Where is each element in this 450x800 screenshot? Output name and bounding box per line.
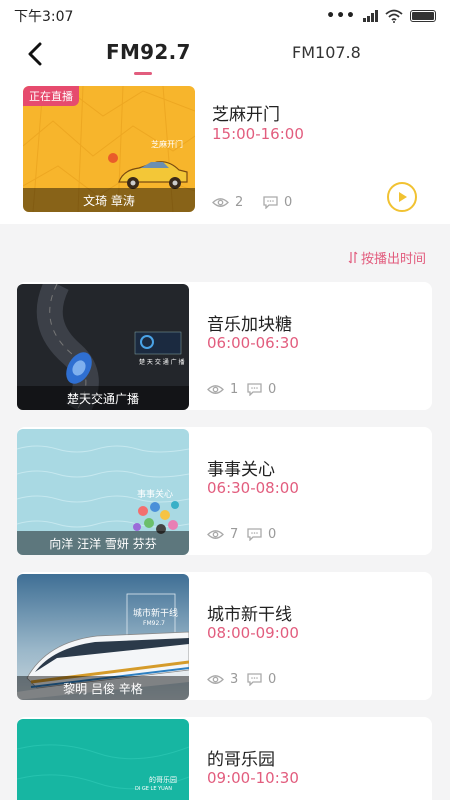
program-title: 的哥乐园 (207, 750, 275, 770)
program-thumbnail: 的哥乐园 DI GE LE YUAN (17, 719, 189, 800)
live-comments-count: 0 (284, 195, 293, 210)
eye-icon (207, 530, 224, 539)
program-time: 08:00-09:00 (207, 624, 299, 642)
eye-icon (207, 675, 224, 684)
program-title: 城市新干线 (207, 605, 292, 625)
program-thumb-label: 事事关心 (137, 490, 174, 500)
views-count: 1 (230, 382, 239, 397)
tab-indicator (134, 72, 152, 75)
program-time: 09:00-10:30 (207, 769, 299, 787)
battery-icon (410, 10, 436, 22)
program-comments: 0 (247, 672, 276, 687)
program-thumbnail: 楚 天 交 通 广 播 楚天交通广播 (17, 284, 189, 410)
signal-icon (363, 10, 378, 22)
program-card[interactable]: 楚 天 交 通 广 播 楚天交通广播 音乐加块糖 06:00-06:30 1 0 (17, 282, 432, 410)
sort-label: 按播出时间 (360, 252, 426, 267)
back-button[interactable] (20, 38, 50, 70)
live-time: 15:00-16:00 (212, 125, 304, 143)
comment-icon (247, 383, 262, 396)
live-badge: 正在直播 (23, 86, 79, 106)
program-thumb-label: 楚 天 交 通 广 播 (139, 359, 185, 366)
live-title: 芝麻开门 (212, 105, 280, 125)
program-views: 3 (207, 672, 238, 687)
program-views: 1 (207, 382, 238, 397)
comment-icon (263, 196, 278, 209)
status-time: 下午3:07 (14, 9, 74, 25)
program-title: 音乐加块糖 (207, 315, 292, 335)
program-caption: 楚天交通广播 (17, 386, 189, 410)
program-thumb-label: 城市新干线 (133, 609, 179, 619)
comments-count: 0 (268, 382, 277, 397)
program-caption: 向洋 汪洋 雪妍 芬芬 (17, 531, 189, 555)
tab-fm927[interactable]: FM92.7 (106, 40, 191, 64)
program-time: 06:00-06:30 (207, 334, 299, 352)
comment-icon (247, 528, 262, 541)
program-card[interactable]: 事事关心 向洋 汪洋 雪妍 芬芬 事事关心 06:30-08:00 7 0 (17, 427, 432, 555)
play-button[interactable] (387, 182, 417, 212)
comments-count: 0 (268, 527, 277, 542)
views-count: 3 (230, 672, 239, 687)
back-arrow-icon (28, 42, 42, 66)
status-icons: ••• (326, 8, 436, 24)
program-title: 事事关心 (207, 460, 275, 480)
comments-count: 0 (268, 672, 277, 687)
program-card[interactable]: 城市新干线 FM92.7 黎明 吕俊 辛格 城市新干线 08:00-09:00 … (17, 572, 432, 700)
live-views: 2 (212, 195, 243, 210)
play-icon (399, 192, 407, 202)
eye-icon (212, 198, 229, 207)
live-caption: 文琦 章涛 (23, 188, 195, 212)
live-comments: 0 (263, 195, 292, 210)
program-thumb-sub: DI GE LE YUAN (135, 786, 172, 792)
tab-fm1078[interactable]: FM107.8 (292, 43, 361, 62)
program-thumbnail: 事事关心 向洋 汪洋 雪妍 芬芬 (17, 429, 189, 555)
sort-icon (348, 251, 358, 264)
status-bar: 下午3:07 ••• (0, 0, 450, 32)
program-thumbnail: 城市新干线 FM92.7 黎明 吕俊 辛格 (17, 574, 189, 700)
sort-by-airtime[interactable]: 按播出时间 (348, 248, 426, 267)
views-count: 7 (230, 527, 239, 542)
program-time: 06:30-08:00 (207, 479, 299, 497)
program-thumb-sub: FM92.7 (143, 620, 165, 627)
notification-dots-icon: ••• (326, 8, 356, 24)
header: FM92.7 FM107.8 (0, 32, 450, 76)
live-thumb-label: 芝麻开门 (151, 140, 183, 149)
comment-icon (247, 673, 262, 686)
program-comments: 0 (247, 382, 276, 397)
live-views-count: 2 (235, 195, 244, 210)
program-comments: 0 (247, 527, 276, 542)
program-thumb-label: 的哥乐园 (149, 776, 177, 784)
eye-icon (207, 385, 224, 394)
live-program-card[interactable]: 芝麻开门 正在直播 文琦 章涛 芝麻开门 15:00-16:00 2 0 (0, 76, 450, 224)
program-card[interactable]: 的哥乐园 DI GE LE YUAN 的哥乐园 09:00-10:30 (17, 717, 432, 800)
live-thumbnail: 芝麻开门 正在直播 文琦 章涛 (23, 86, 195, 212)
program-caption: 黎明 吕俊 辛格 (17, 676, 189, 700)
wifi-icon (385, 9, 403, 23)
program-views: 7 (207, 527, 238, 542)
